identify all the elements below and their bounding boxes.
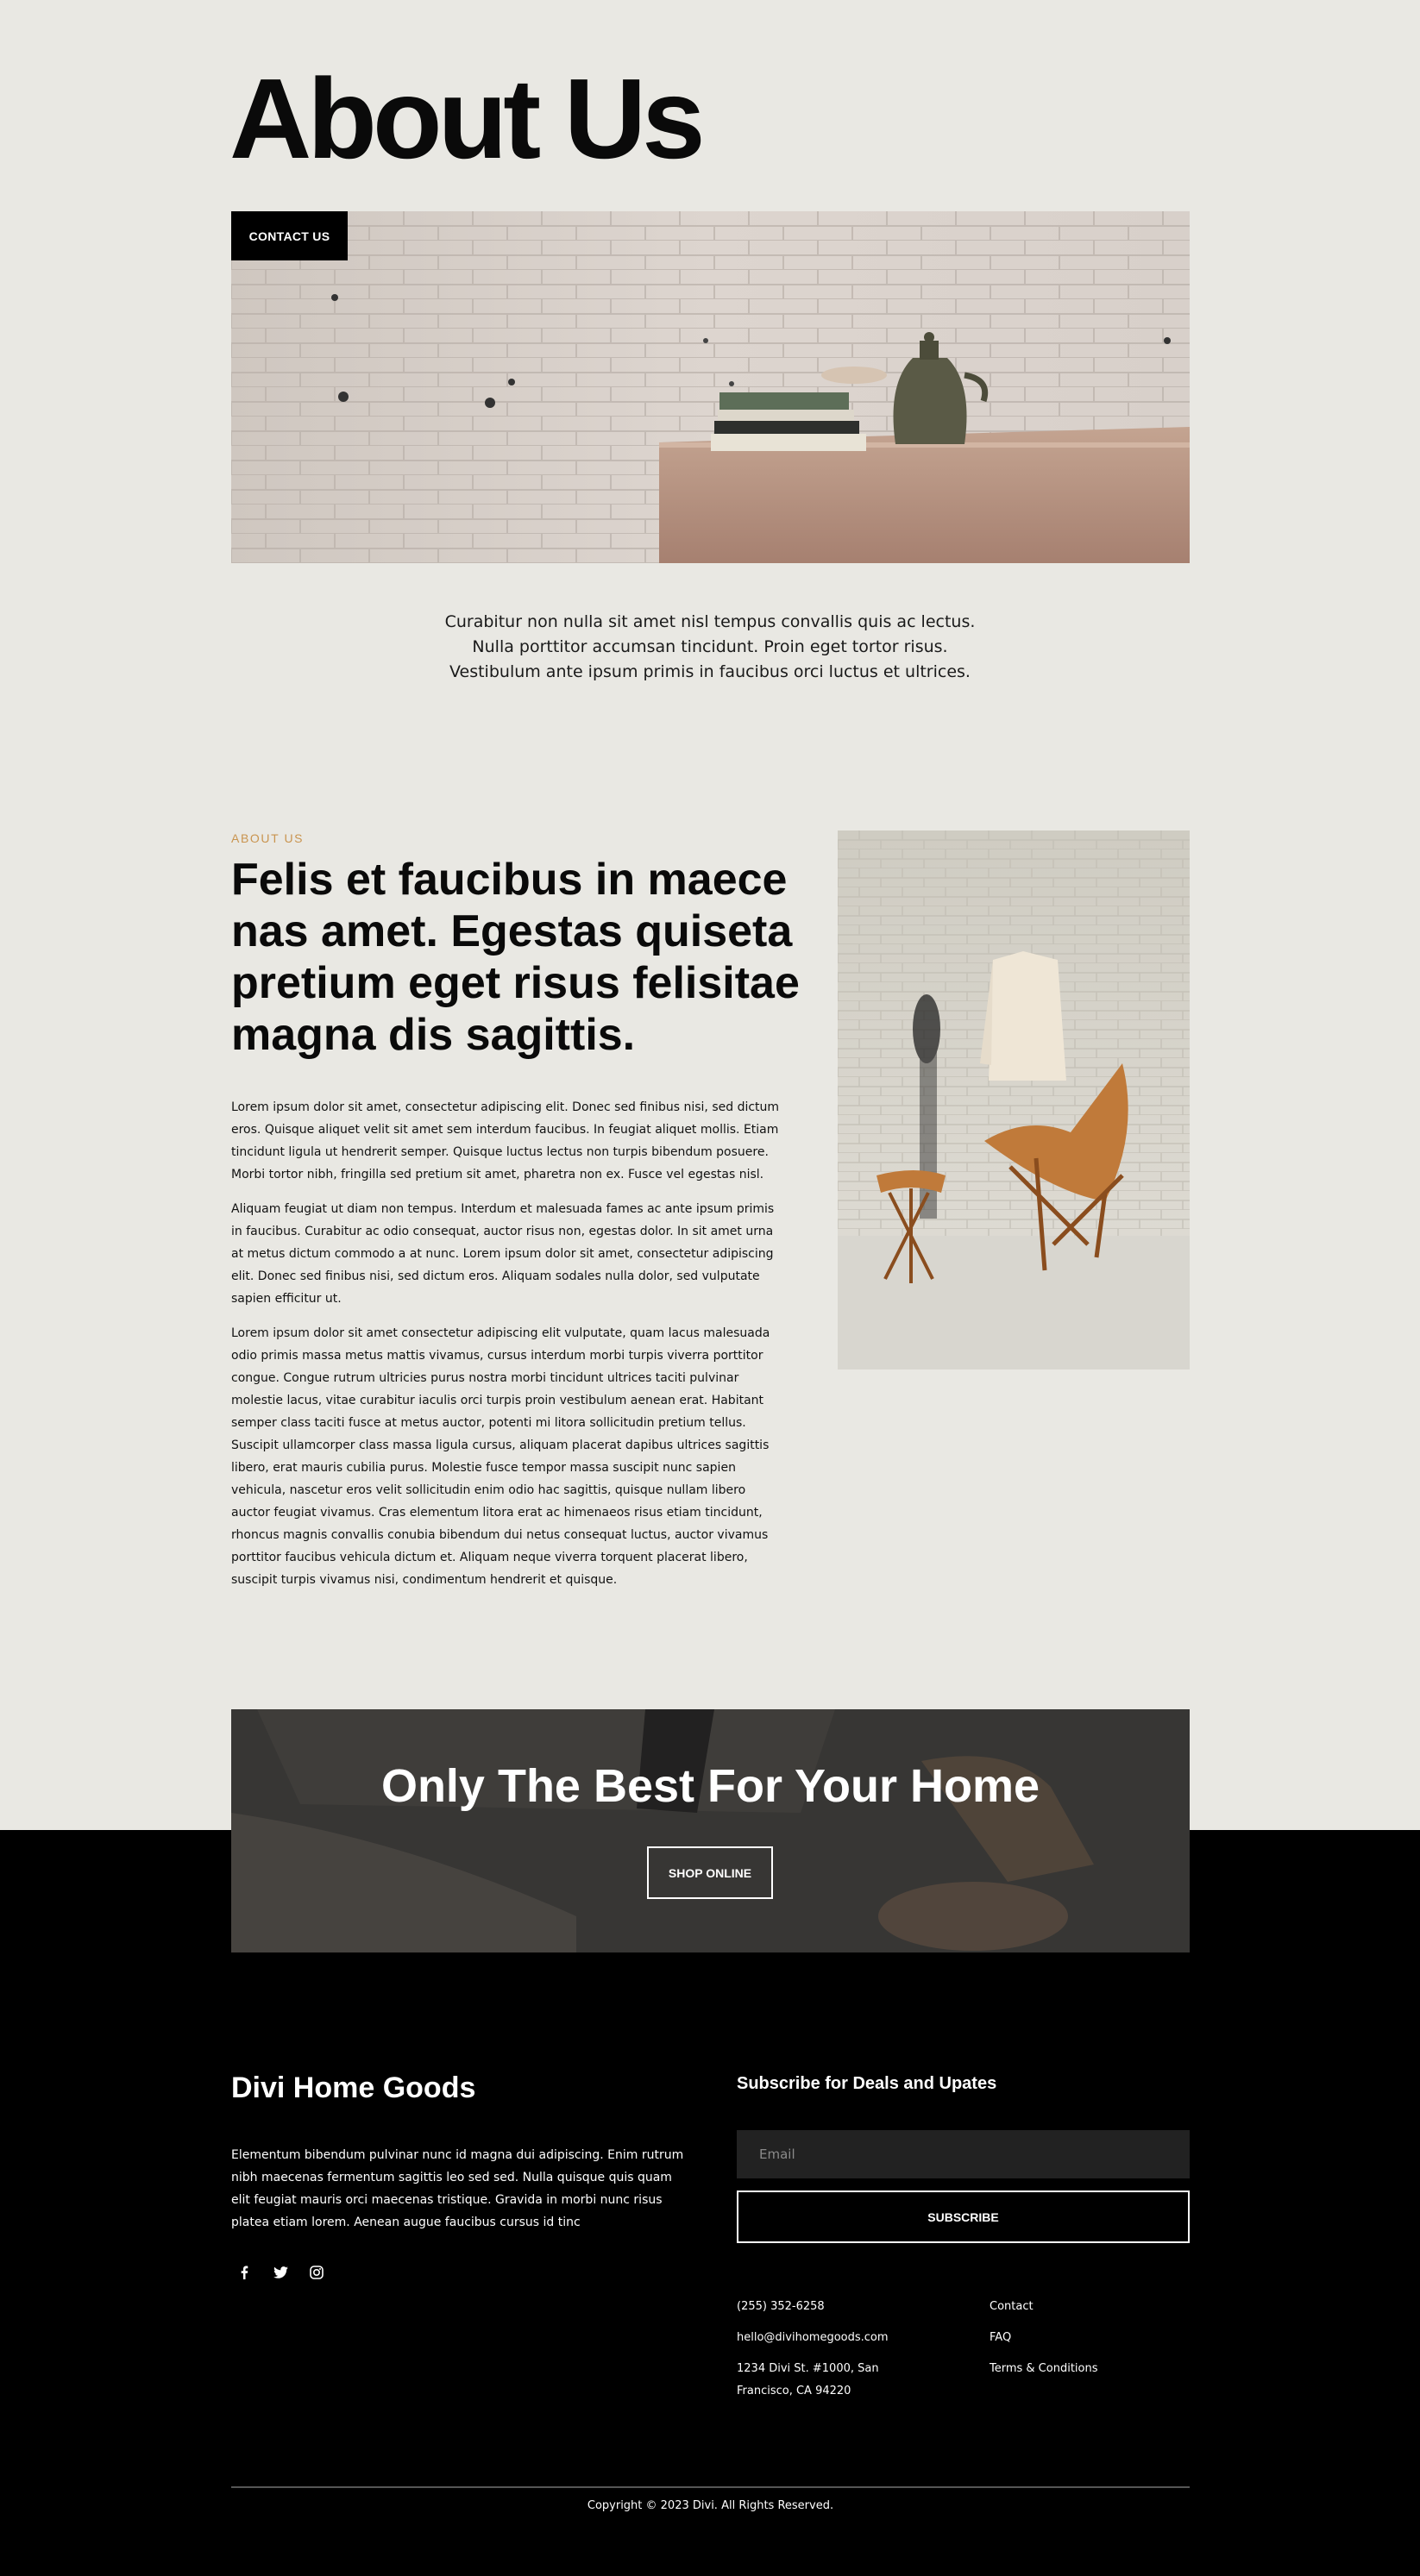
footer-link-contact[interactable]: Contact xyxy=(990,2296,1034,2318)
hanging-jacket xyxy=(980,951,1066,1081)
twitter-icon[interactable] xyxy=(272,2264,289,2281)
intro-line: Curabitur non nulla sit amet nisl tempus… xyxy=(444,612,976,631)
books-stack xyxy=(711,392,866,451)
facebook-icon[interactable] xyxy=(236,2264,253,2281)
contact-us-button[interactable]: CONTACT US xyxy=(231,211,348,260)
instagram-icon[interactable] xyxy=(308,2264,325,2281)
body-paragraph: Aliquam feugiat ut diam non tempus. Inte… xyxy=(231,1202,775,1306)
email-address[interactable]: hello@divihomegoods.com xyxy=(737,2327,889,2349)
section-heading: Felis et faucibus in maece nas amet. Ege… xyxy=(231,855,800,1060)
body-paragraph: Lorem ipsum dolor sit amet, consectetur … xyxy=(231,1100,780,1181)
page-title: About Us xyxy=(229,55,706,182)
hero-image xyxy=(231,211,1190,563)
address-line: Francisco, CA 94220 xyxy=(737,2385,851,2397)
chairs-image xyxy=(838,830,1190,1369)
subscribe-title: Subscribe for Deals and Upates xyxy=(737,2074,997,2093)
footer-description: Elementum bibendum pulvinar nunc id magn… xyxy=(231,2148,684,2229)
footer-link-terms[interactable]: Terms & Conditions xyxy=(990,2358,1098,2380)
section-eyebrow: ABOUT US xyxy=(231,831,305,845)
footer-brand: Divi Home Goods xyxy=(231,2071,476,2104)
address-line: 1234 Divi St. #1000, San xyxy=(737,2362,879,2375)
email-input[interactable] xyxy=(737,2130,1190,2178)
footer-divider xyxy=(231,2486,1190,2488)
cta-banner xyxy=(231,1709,1190,1952)
subscribe-button[interactable]: SUBSCRIBE xyxy=(737,2191,1190,2243)
body-paragraph: Lorem ipsum dolor sit amet consectetur a… xyxy=(231,1326,770,1587)
copyright-text: Copyright © 2023 Divi. All Rights Reserv… xyxy=(587,2499,834,2512)
phone-number[interactable]: (255) 352-6258 xyxy=(737,2296,825,2318)
shop-online-button[interactable]: SHOP ONLINE xyxy=(647,1846,773,1899)
cta-title: Only The Best For Your Home xyxy=(380,1760,1040,1812)
intro-line: Nulla porttitor accumsan tincidunt. Proi… xyxy=(472,637,948,656)
footer-link-faq[interactable]: FAQ xyxy=(990,2327,1011,2349)
intro-text: Curabitur non nulla sit amet nisl tempus… xyxy=(414,610,1006,685)
about-body: Lorem ipsum dolor sit amet, consectetur … xyxy=(231,1096,783,1603)
intro-line: Vestibulum ante ipsum primis in faucibus… xyxy=(449,662,971,681)
